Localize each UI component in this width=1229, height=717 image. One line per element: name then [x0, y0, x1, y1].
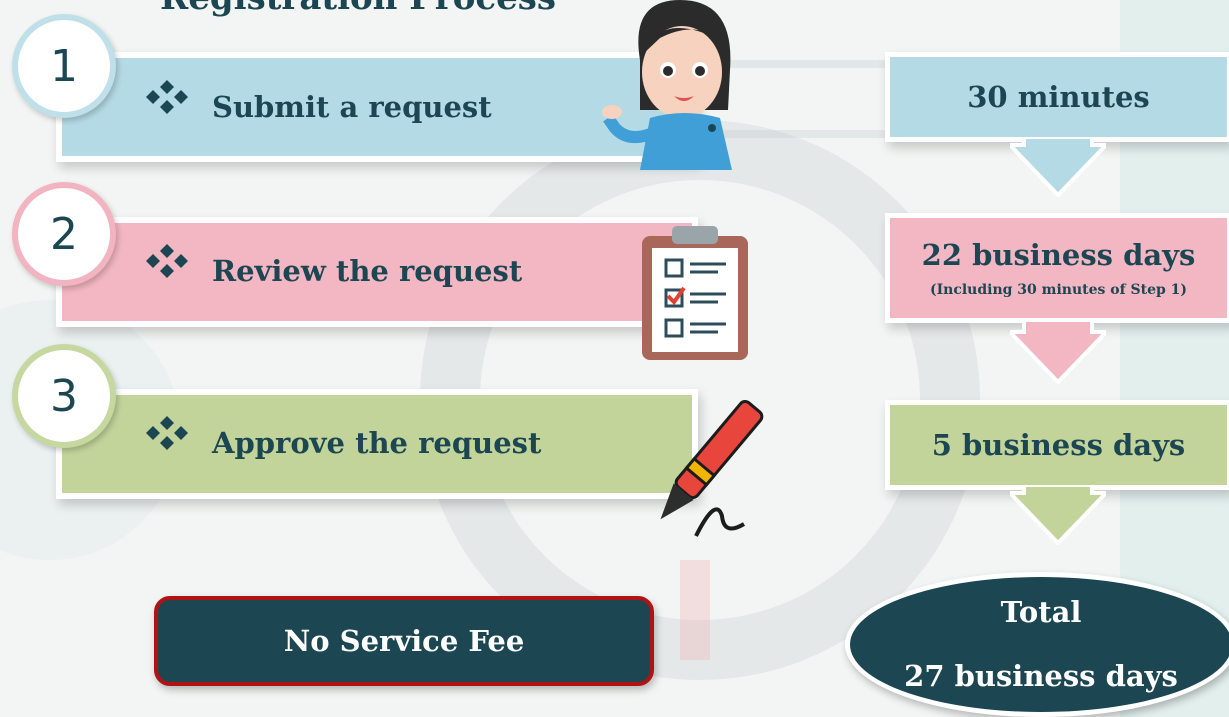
step-3-number: 3	[12, 344, 116, 448]
page-title: Registration Process	[160, 0, 556, 18]
fountain-pen-icon	[660, 400, 764, 537]
down-arrow-icon	[1010, 137, 1106, 197]
background-bar	[680, 560, 710, 660]
clipboard-checklist-icon	[642, 226, 748, 360]
total-ellipse: Total 27 business days	[845, 572, 1229, 717]
down-arrow-icon	[1010, 320, 1106, 384]
duration-step-1: 30 minutes	[890, 57, 1227, 137]
duration-step-3: 5 business days	[890, 405, 1227, 485]
step-1-number: 1	[12, 14, 116, 118]
step-1-label: Submit a request	[212, 90, 492, 124]
duration-step-2-note: (Including 30 minutes of Step 1)	[929, 282, 1188, 298]
total-value: 27 business days	[904, 659, 1178, 693]
duration-step-2: 22 business days (Including 30 minutes o…	[890, 218, 1227, 318]
total-label: Total	[1000, 595, 1082, 629]
step-2-number: 2	[12, 182, 116, 286]
no-service-fee-badge: No Service Fee	[154, 596, 654, 686]
presenter-woman-icon	[602, 0, 732, 170]
diamond-bullet-icon	[146, 80, 188, 114]
duration-step-3-text: 5 business days	[931, 428, 1186, 462]
step-2-label: Review the request	[212, 254, 523, 288]
duration-step-1-text: 30 minutes	[967, 80, 1150, 114]
diamond-bullet-icon	[146, 244, 188, 278]
duration-step-2-text: 22 business days	[921, 238, 1196, 272]
down-arrow-icon	[1010, 485, 1106, 545]
diamond-bullet-icon	[146, 416, 188, 450]
step-3-label: Approve the request	[212, 426, 542, 460]
